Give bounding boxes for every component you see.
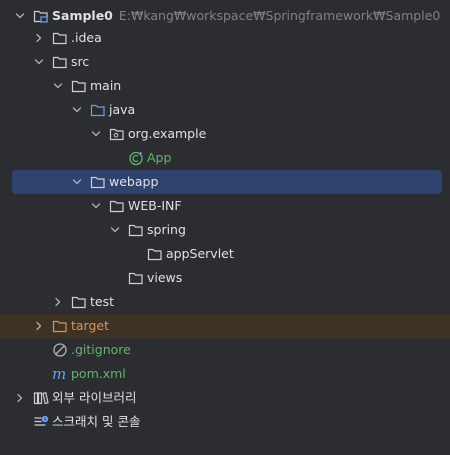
chevron-down-icon[interactable] [90,200,102,212]
tree-row-idea[interactable]: .idea [0,26,450,50]
chevron-right-icon[interactable] [52,296,64,308]
folder-icon [128,272,143,285]
chevron-down-icon[interactable] [71,104,83,116]
package-icon [109,128,124,141]
tree-label-java: java [109,102,136,117]
module-icon [33,10,48,23]
tree-row-gitignore[interactable]: .gitignore [0,338,450,362]
tree-label-external-libraries: 외부 라이브러리 [52,390,137,405]
tree-row-target[interactable]: target [0,314,450,338]
tree-row-pom[interactable]: m pom.xml [0,362,450,386]
tree-label-webapp: webapp [109,174,159,189]
spring-class-icon [129,151,143,166]
tree-row-webapp[interactable]: webapp [12,170,442,194]
folder-icon [52,56,67,69]
chevron-right-icon[interactable] [33,32,45,44]
chevron-down-icon[interactable] [52,80,64,92]
tree-row-scratches[interactable]: 스크래치 및 콘솔 [0,410,450,434]
tree-label-gitignore: .gitignore [71,342,131,357]
chevron-down-icon[interactable] [109,224,121,236]
tree-label-main: main [90,78,122,93]
tree-row-project-root[interactable]: Sample0 E:₩kang₩workspace₩Springframework… [0,4,450,28]
chevron-down-icon[interactable] [14,10,26,22]
maven-icon: m [52,366,66,382]
tree-row-webinf[interactable]: WEB-INF [0,194,450,218]
project-tree: Sample0 E:₩kang₩workspace₩Springframework… [0,0,450,455]
excluded-folder-icon [52,320,67,333]
project-path: E:₩kang₩workspace₩Springframework₩Sample… [118,8,441,23]
tree-label-idea: .idea [71,30,102,45]
tree-label-scratches: 스크래치 및 콘솔 [52,414,141,429]
tree-row-main[interactable]: main [0,74,450,98]
tree-row-external-libraries[interactable]: 외부 라이브러리 [0,386,450,410]
tree-label-target: target [71,318,110,333]
tree-row-src[interactable]: src [0,50,450,74]
tree-label-appservlet: appServlet [166,246,234,261]
tree-label-pom: pom.xml [71,366,126,381]
scratches-icon [34,415,49,426]
chevron-down-icon[interactable] [71,176,83,188]
svg-text:m: m [52,366,66,382]
tree-row-java[interactable]: java [0,98,450,122]
project-name-text: Sample0 [52,8,113,23]
tree-label-webinf: WEB-INF [128,198,182,213]
chevron-right-icon[interactable] [33,320,45,332]
tree-row-app[interactable]: App [0,146,450,170]
folder-icon [147,248,162,261]
folder-icon [90,176,105,189]
ignore-icon [53,343,67,357]
tree-label-test: test [90,294,115,309]
source-folder-icon [90,104,105,117]
folder-icon [128,224,143,237]
chevron-down-icon[interactable] [90,128,102,140]
folder-icon [109,200,124,213]
library-icon [33,391,49,405]
tree-row-package[interactable]: org.example [0,122,450,146]
tree-row-views[interactable]: views [0,266,450,290]
tree-row-appservlet[interactable]: appServlet [0,242,450,266]
tree-label-app: App [147,150,172,165]
tree-row-test[interactable]: test [0,290,450,314]
project-name: Sample0 E:₩kang₩workspace₩Springframework… [52,4,440,28]
folder-icon [71,80,86,93]
tree-label-package: org.example [128,126,207,141]
folder-icon [52,32,67,45]
tree-row-spring[interactable]: spring [0,218,450,242]
tree-label-spring: spring [147,222,186,237]
folder-icon [71,296,86,309]
tree-label-src: src [71,54,90,69]
chevron-down-icon[interactable] [33,56,45,68]
chevron-right-icon[interactable] [14,392,26,404]
tree-label-views: views [147,270,183,285]
